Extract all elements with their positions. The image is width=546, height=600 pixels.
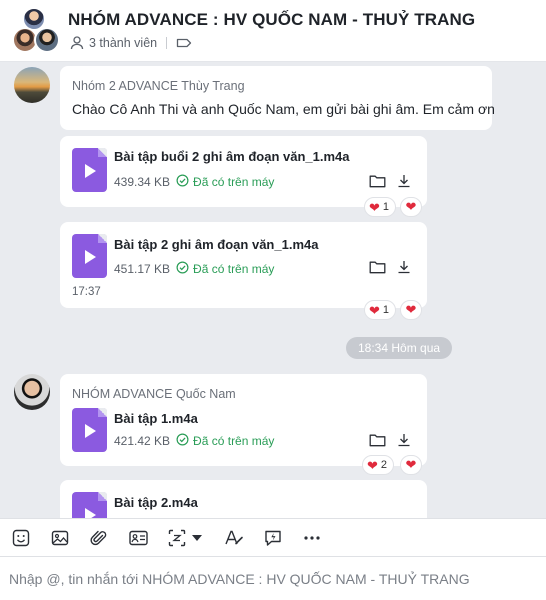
file-name[interactable]: Bài tập 1.m4a [114,411,198,426]
reaction-summary[interactable]: ❤ 1 [364,197,397,217]
screenshot-button[interactable] [166,527,188,549]
message-input[interactable] [9,567,539,591]
file-status: Đã có trên máy [193,175,275,189]
reaction-count: 2 [380,459,388,471]
audio-file-icon [72,492,107,518]
sender-name: NHÓM ADVANCE Quốc Nam [72,387,236,401]
message-text: Chào Cô Anh Thi và anh Quốc Nam, em gửi … [72,101,495,117]
file-info: 421.42 KB Đã có trên máy [114,433,274,449]
file-name[interactable]: Bài tập 2 ghi âm đoạn văn_1.m4a [114,237,318,252]
more-options-button[interactable] [301,527,323,549]
heart-icon: ❤ [405,199,417,214]
file-status: Đã có trên máy [193,434,275,448]
meta-divider [166,37,168,49]
file-size: 421.42 KB [114,434,171,448]
heart-icon: ❤ [367,457,378,473]
attach-file-button[interactable] [88,527,110,549]
chat-header: NHÓM ADVANCE : HV QUỐC NAM - THUỶ TRANG … [0,0,546,62]
react-heart-button[interactable]: ❤ [400,455,422,475]
open-folder-button[interactable] [366,256,388,278]
file-message[interactable]: NHÓM ADVANCE Quốc Nam Bài tập 1.m4a 421.… [60,374,427,466]
download-icon [398,175,410,188]
image-button[interactable] [49,527,71,549]
file-name[interactable]: Bài tập 2.m4a [114,495,198,510]
caret-down-icon [192,534,202,541]
sender-name: Nhóm 2 ADVANCE Thùy Trang [72,79,245,93]
text-message[interactable]: Nhóm 2 ADVANCE Thùy Trang Chào Cô Anh Th… [60,66,495,130]
contact-card-button[interactable] [127,527,149,549]
download-button[interactable] [393,256,415,278]
heart-icon: ❤ [369,302,380,318]
message-time: 17:37 [72,286,101,298]
audio-file-icon [72,408,107,452]
file-info: 439.34 KB Đã có trên máy [114,174,274,190]
file-status: Đã có trên máy [193,262,275,276]
reaction-count: 1 [382,201,390,213]
format-text-icon [225,530,243,544]
download-icon [398,261,410,274]
reaction-summary[interactable]: ❤ 2 [362,455,395,475]
folder-icon [369,261,385,274]
check-circle-icon [176,174,189,190]
sender-avatar[interactable] [14,67,50,103]
image-icon [51,530,69,545]
reaction-summary[interactable]: ❤ 1 [364,300,397,320]
check-circle-icon [176,433,189,449]
file-size: 439.34 KB [114,175,171,189]
composer-toolbar [0,518,546,556]
download-button[interactable] [393,170,415,192]
conversation-meta: 3 thành viên [69,35,192,51]
quick-message-button[interactable] [262,527,284,549]
folder-icon [369,434,385,447]
screenshot-icon [168,529,186,546]
message-composer [0,556,546,600]
quick-message-icon [265,530,281,546]
file-name[interactable]: Bài tập buổi 2 ghi âm đoạn văn_1.m4a [114,149,350,164]
folder-icon [369,175,385,188]
open-folder-button[interactable] [366,170,388,192]
file-size: 451.17 KB [114,262,171,276]
time-divider: 18:34 Hôm qua [346,337,453,359]
react-heart-button[interactable]: ❤ [400,197,422,217]
heart-icon: ❤ [405,457,417,472]
format-text-button[interactable] [223,527,245,549]
member-avatar-3 [34,27,60,53]
check-circle-icon [176,261,189,277]
audio-file-icon [72,148,107,192]
file-message[interactable]: Bài tập 2.m4a [60,480,427,518]
member-count[interactable]: 3 thành viên [89,36,157,50]
more-icon [304,535,320,540]
download-icon [398,434,410,447]
file-message[interactable]: Bài tập 2 ghi âm đoạn văn_1.m4a 451.17 K… [60,222,427,308]
reaction-count: 1 [382,304,390,316]
open-folder-button[interactable] [366,429,388,451]
react-heart-button[interactable]: ❤ [400,300,422,320]
attachment-icon [90,530,107,545]
member-icon[interactable] [69,35,85,51]
tag-icon[interactable] [176,36,192,50]
conversation-title[interactable]: NHÓM ADVANCE : HV QUỐC NAM - THUỶ TRANG [68,10,475,30]
file-info: 451.17 KB Đã có trên máy [114,261,274,277]
heart-icon: ❤ [369,199,380,215]
audio-file-icon [72,234,107,278]
screenshot-options-button[interactable] [191,527,203,549]
sticker-button[interactable] [10,527,32,549]
message-list[interactable]: Nhóm 2 ADVANCE Thùy Trang Chào Cô Anh Th… [0,62,546,518]
sender-avatar[interactable] [14,374,50,410]
download-button[interactable] [393,429,415,451]
group-avatar[interactable] [12,7,60,55]
contact-card-icon [128,530,148,545]
heart-icon: ❤ [405,302,417,317]
sticker-icon [12,529,30,546]
